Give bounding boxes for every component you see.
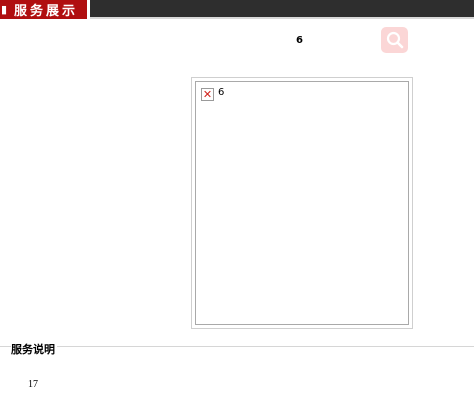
top-header-bar: ▮ 服务展示 — [0, 0, 474, 19]
service-title: 6 — [296, 35, 303, 46]
broken-image-icon: ✕ — [201, 88, 214, 101]
zoom-button[interactable] — [381, 27, 408, 53]
image-alt-text: 6 — [218, 87, 225, 98]
service-image-frame: ✕ 6 — [191, 77, 413, 329]
description-body: 17 — [28, 379, 38, 390]
description-heading: 服务说明 — [11, 341, 57, 357]
tab-label: 服务展示 — [14, 4, 79, 19]
service-image[interactable]: ✕ 6 — [201, 87, 224, 101]
service-image-area[interactable]: ✕ 6 — [195, 81, 409, 325]
magnifier-icon — [386, 31, 403, 49]
section-divider — [0, 346, 474, 347]
tab-service-display[interactable]: ▮ 服务展示 — [0, 0, 90, 19]
book-icon: ▮ — [0, 3, 8, 16]
